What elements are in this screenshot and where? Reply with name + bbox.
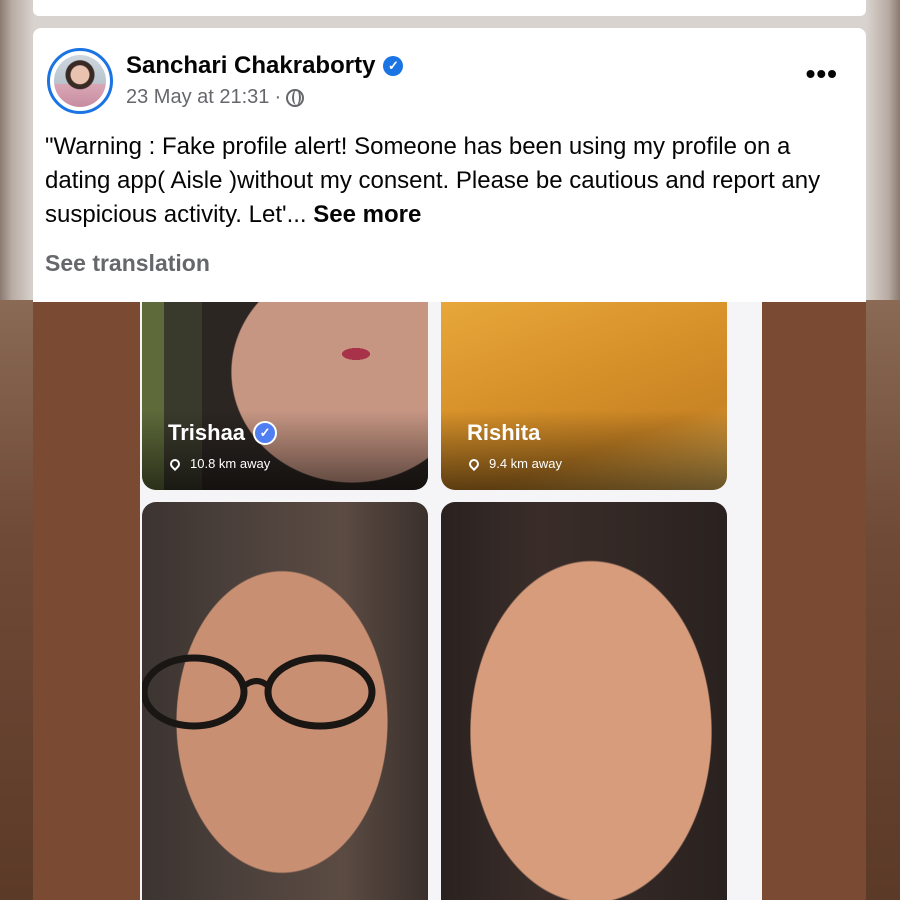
- meta-separator: ·: [274, 86, 282, 108]
- eyeglasses-graphic: [142, 654, 376, 730]
- verified-badge-icon: ✓: [383, 56, 404, 76]
- profile-name-row: Trishaa ✓: [168, 420, 278, 446]
- profile-name: Trishaa: [168, 420, 246, 445]
- previous-card-edge: [33, 0, 866, 16]
- profile-distance: 10.8 km away: [190, 456, 271, 471]
- profile-photo-card: [441, 502, 727, 900]
- profile-distance-row: 10.8 km away: [167, 456, 271, 471]
- more-options-button[interactable]: •••: [806, 60, 838, 88]
- globe-icon[interactable]: [286, 88, 305, 107]
- dating-app-screenshot: Trishaa ✓ 10.8 km away Rishita 9.4 km aw…: [140, 302, 762, 900]
- post-timestamp[interactable]: 23 May at 21:31: [126, 86, 269, 109]
- facebook-post-card: Sanchari Chakraborty ✓ 23 May at 21:31 ·…: [33, 28, 866, 302]
- profile-name: Rishita: [467, 420, 541, 445]
- author-name[interactable]: Sanchari Chakraborty: [126, 52, 375, 80]
- author-avatar[interactable]: [47, 48, 113, 114]
- location-pin-icon: [167, 456, 183, 471]
- post-body: "Warning : Fake profile alert! Someone h…: [45, 133, 821, 228]
- profile-card: Rishita 9.4 km away: [441, 302, 727, 490]
- background-blur-left: [0, 300, 34, 900]
- see-more-link[interactable]: See more: [313, 201, 421, 228]
- background-blur-right: [866, 300, 900, 900]
- profile-photo-card: [142, 502, 428, 900]
- author-row: Sanchari Chakraborty ✓: [126, 52, 404, 80]
- post-photo[interactable]: Trishaa ✓ 10.8 km away Rishita 9.4 km aw…: [33, 302, 866, 900]
- location-pin-icon: [466, 456, 482, 471]
- profile-distance: 9.4 km away: [489, 456, 562, 471]
- profile-name-row: Rishita: [467, 420, 540, 446]
- profile-card: Trishaa ✓ 10.8 km away: [142, 302, 428, 490]
- profile-distance-row: 9.4 km away: [466, 456, 562, 471]
- avatar-photo: [54, 55, 106, 107]
- profile-verified-icon: ✓: [253, 421, 278, 445]
- post-meta: 23 May at 21:31 ·: [126, 86, 305, 109]
- see-translation-link[interactable]: See translation: [45, 250, 210, 277]
- post-text: "Warning : Fake profile alert! Someone h…: [45, 130, 845, 232]
